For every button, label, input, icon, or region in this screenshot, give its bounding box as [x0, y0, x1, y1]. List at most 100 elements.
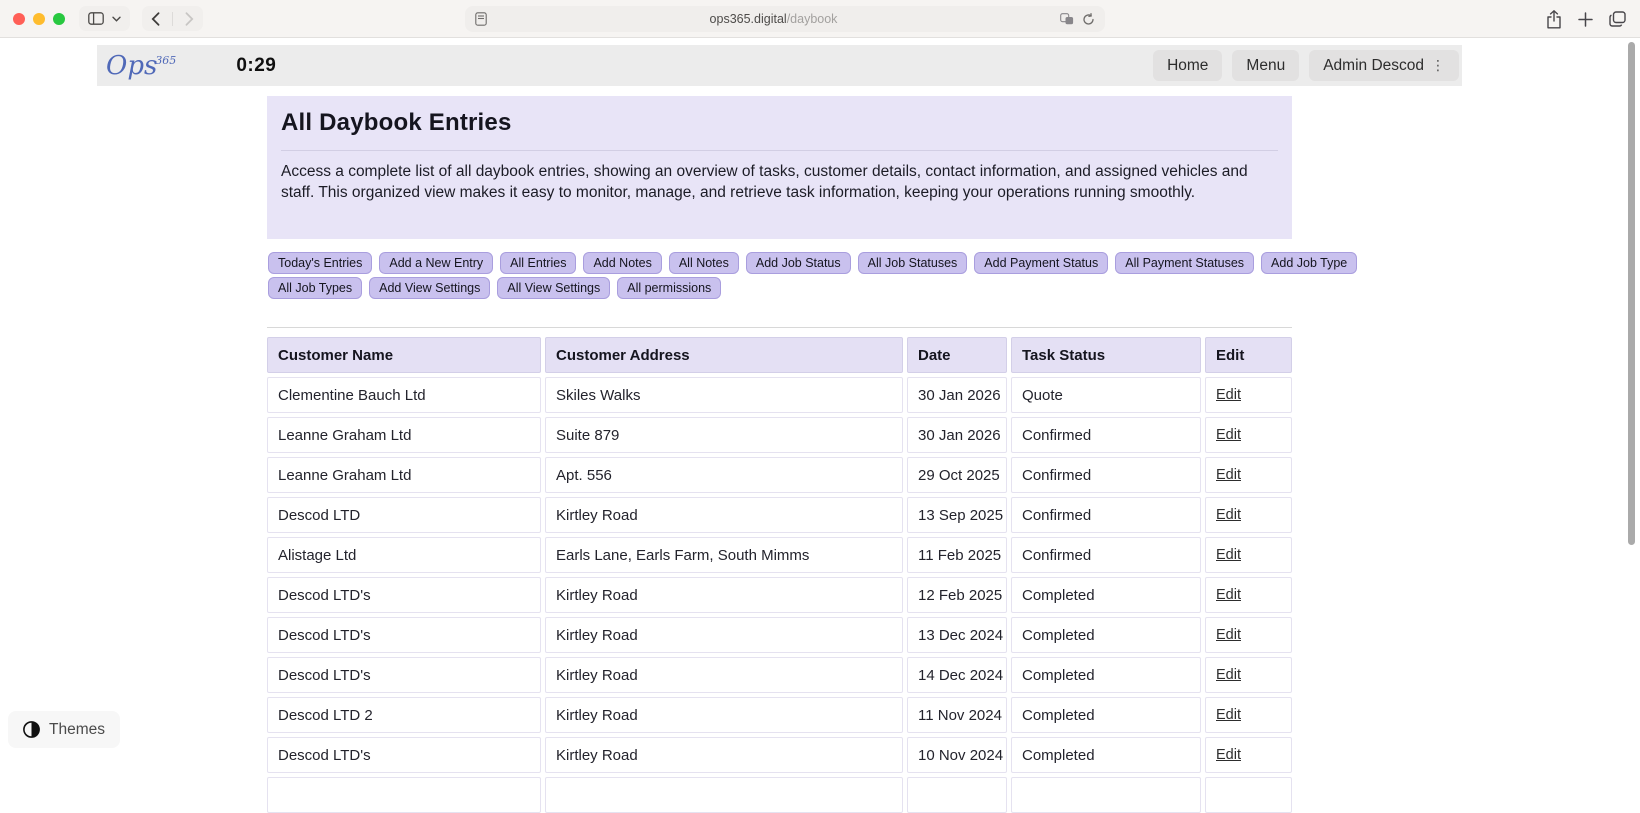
toolbar-pill-all-job-types[interactable]: All Job Types: [268, 277, 362, 299]
cell-task-status: Completed: [1011, 697, 1201, 733]
toolbar-pill-all-permissions[interactable]: All permissions: [617, 277, 721, 299]
cell-date: 30 Jan 2026: [907, 377, 1007, 413]
edit-link[interactable]: Edit: [1216, 387, 1241, 403]
cell-customer-name: Leanne Graham Ltd: [267, 417, 541, 453]
cell-customer-name: Descod LTD: [267, 497, 541, 533]
toolbar-pill-all-entries[interactable]: All Entries: [500, 252, 576, 274]
edit-link[interactable]: Edit: [1216, 547, 1241, 563]
session-timer: 0:29: [236, 55, 276, 77]
toolbar-pill-today-s-entries[interactable]: Today's Entries: [268, 252, 372, 274]
toolbar-pill-all-payment-statuses[interactable]: All Payment Statuses: [1115, 252, 1254, 274]
cell-customer-name: Descod LTD 2: [267, 697, 541, 733]
cell-customer-address: Kirtley Road: [545, 577, 903, 613]
cell-edit: Edit: [1205, 417, 1292, 453]
toolbar-pill-add-job-status[interactable]: Add Job Status: [746, 252, 851, 274]
page-title: All Daybook Entries: [281, 109, 1278, 137]
kebab-menu-icon: ⋮: [1431, 59, 1445, 73]
page-scrollbar[interactable]: [1628, 42, 1635, 545]
reload-icon[interactable]: [1082, 13, 1095, 26]
home-button[interactable]: Home: [1153, 50, 1222, 81]
zoom-icon[interactable]: [53, 13, 65, 25]
cell-date: 10 Nov 2024: [907, 737, 1007, 773]
menu-button[interactable]: Menu: [1232, 50, 1299, 81]
cell-customer-name: Descod LTD's: [267, 617, 541, 653]
edit-link[interactable]: Edit: [1216, 667, 1241, 683]
cell-task-status: Quote: [1011, 377, 1201, 413]
translate-icon[interactable]: [1060, 13, 1074, 25]
themes-label: Themes: [49, 721, 105, 739]
cell-customer-name: Descod LTD's: [267, 657, 541, 693]
pill-row-2: All Job Types Add View Settings All View S…: [268, 277, 1298, 299]
cell-edit: Edit: [1205, 377, 1292, 413]
edit-link[interactable]: Edit: [1216, 427, 1241, 443]
cell-date: 11 Nov 2024: [907, 697, 1007, 733]
cell-task-status: Confirmed: [1011, 457, 1201, 493]
cell-task-status: Completed: [1011, 657, 1201, 693]
cell-task-status: Confirmed: [1011, 537, 1201, 573]
back-icon[interactable]: [151, 12, 160, 26]
edit-link[interactable]: Edit: [1216, 747, 1241, 763]
cell-customer-address: Skiles Walks: [545, 377, 903, 413]
cell-customer-address: Suite 879: [545, 417, 903, 453]
cell-edit: Edit: [1205, 737, 1292, 773]
toolbar-pill-add-job-type[interactable]: Add Job Type: [1261, 252, 1357, 274]
cell-date: 30 Jan 2026: [907, 417, 1007, 453]
edit-link[interactable]: Edit: [1216, 587, 1241, 603]
edit-link[interactable]: Edit: [1216, 707, 1241, 723]
cell-customer-name: Descod LTD's: [267, 737, 541, 773]
cell-edit: Edit: [1205, 537, 1292, 573]
cell-task-status: Completed: [1011, 737, 1201, 773]
toolbar-pill-all-notes[interactable]: All Notes: [669, 252, 739, 274]
column-header-date: Date: [907, 337, 1007, 373]
chevron-down-icon[interactable]: [112, 16, 121, 22]
edit-link[interactable]: Edit: [1216, 467, 1241, 483]
cell-customer-address: Kirtley Road: [545, 657, 903, 693]
intro-panel: All Daybook Entries Access a complete li…: [267, 96, 1292, 239]
cell-customer-name: Alistage Ltd: [267, 537, 541, 573]
new-tab-icon[interactable]: [1578, 12, 1593, 27]
cell-task-status: Confirmed: [1011, 417, 1201, 453]
toolbar-pill-add-notes[interactable]: Add Notes: [583, 252, 661, 274]
minimize-icon[interactable]: [33, 13, 45, 25]
cell-edit: Edit: [1205, 497, 1292, 533]
page-icon: [475, 12, 487, 26]
sidebar-icon[interactable]: [88, 12, 104, 25]
toolbar-pill-add-a-new-entry[interactable]: Add a New Entry: [379, 252, 493, 274]
edit-link[interactable]: Edit: [1216, 627, 1241, 643]
column-header-customer-name: Customer Name: [267, 337, 541, 373]
edit-link[interactable]: Edit: [1216, 507, 1241, 523]
browser-chrome: ops365.digital/daybook: [0, 0, 1640, 38]
close-icon[interactable]: [13, 13, 25, 25]
cell-date: 14 Dec 2024: [907, 657, 1007, 693]
toolbar-pill-add-payment-status[interactable]: Add Payment Status: [974, 252, 1108, 274]
cell-customer-address: Kirtley Road: [545, 737, 903, 773]
cell-edit: Edit: [1205, 577, 1292, 613]
daybook-entries-table: Customer NameCustomer AddressDateTask St…: [267, 337, 1292, 813]
cell-edit: Edit: [1205, 697, 1292, 733]
cell-date: 29 Oct 2025: [907, 457, 1007, 493]
history-nav-group: [142, 6, 203, 31]
tab-overview-icon[interactable]: [1609, 11, 1626, 27]
cell-date: 13 Sep 2025: [907, 497, 1007, 533]
toolbar-pill-all-job-statuses[interactable]: All Job Statuses: [858, 252, 968, 274]
cell-task-status: [1011, 777, 1201, 813]
forward-icon[interactable]: [185, 12, 194, 26]
cell-edit: Edit: [1205, 657, 1292, 693]
window-controls: [13, 13, 65, 25]
ops365-logo[interactable]: Ops365: [106, 53, 176, 79]
toolbar-pill-add-view-settings[interactable]: Add View Settings: [369, 277, 490, 299]
address-bar[interactable]: ops365.digital/daybook: [465, 6, 1105, 32]
cell-customer-address: Kirtley Road: [545, 697, 903, 733]
share-icon[interactable]: [1546, 10, 1562, 29]
pill-row-1: Today's Entries Add a New Entry All Entrie…: [268, 252, 1298, 274]
cell-edit: [1205, 777, 1292, 813]
admin-account-button[interactable]: Admin Descod⋮: [1309, 50, 1459, 81]
themes-button[interactable]: Themes: [8, 711, 120, 748]
cell-date: 13 Dec 2024: [907, 617, 1007, 653]
toolbar-pill-all-view-settings[interactable]: All View Settings: [497, 277, 610, 299]
page-description: Access a complete list of all daybook en…: [281, 162, 1278, 203]
action-pill-toolbar: Today's Entries Add a New Entry All Entrie…: [268, 252, 1298, 299]
cell-customer-address: Apt. 556: [545, 457, 903, 493]
chrome-toolbar-right: [1546, 0, 1626, 38]
panel-divider: [281, 150, 1278, 151]
